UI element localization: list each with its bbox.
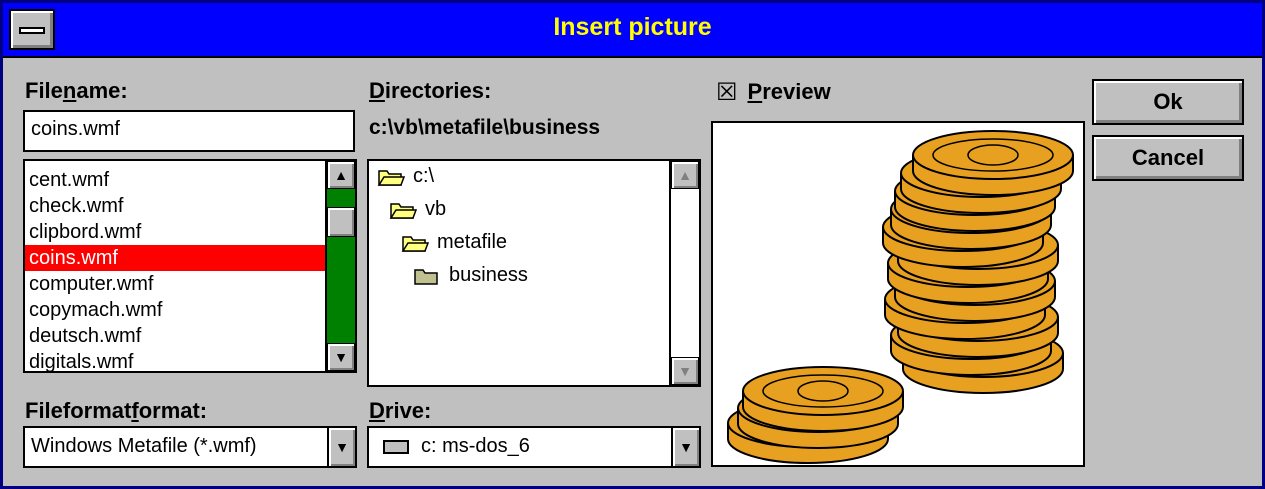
file-list-item[interactable]: clipbord.wmf — [29, 219, 141, 245]
file-list[interactable]: cent.wmf check.wmf clipbord.wmf coins.wmf co… — [23, 159, 357, 373]
file-list-item[interactable]: digitals.wmf — [29, 349, 133, 371]
preview-label: Preview — [747, 79, 831, 104]
dir-scroll-up-button[interactable]: ▲ — [671, 161, 699, 189]
directory-label: vb — [425, 198, 447, 220]
directory-item[interactable]: business — [413, 264, 528, 287]
directory-tree[interactable]: c:\ vb metafile business ▲ ▼ — [367, 159, 701, 387]
drive-label: Drive: — [369, 398, 432, 423]
ok-button[interactable]: Ok — [1092, 79, 1244, 125]
scroll-down-button[interactable]: ▼ — [327, 343, 355, 371]
directory-label: c:\ — [413, 165, 435, 187]
title-bar[interactable]: Insert picture — [3, 3, 1262, 58]
directories-label: Directories: — [369, 78, 492, 103]
file-list-item[interactable]: computer.wmf — [29, 271, 153, 297]
current-path: c:\vb\metafile\business — [369, 116, 601, 139]
fileformat-dropdown-button[interactable]: ▼ — [327, 428, 355, 466]
directory-label: metafile — [437, 231, 508, 253]
drive-select[interactable]: c: ms-dos_6 ▼ — [367, 426, 701, 468]
filename-input[interactable]: coins.wmf — [23, 110, 355, 152]
dropdown-arrow-icon: ▼ — [679, 439, 693, 455]
scroll-up-button[interactable]: ▲ — [327, 161, 355, 189]
fileformat-label: Fileformatformat: — [25, 398, 208, 423]
directory-scrollbar[interactable]: ▲ ▼ — [669, 161, 699, 385]
folder-icon — [414, 268, 438, 285]
drive-icon — [383, 440, 409, 454]
directory-item[interactable]: metafile — [401, 231, 507, 254]
up-arrow-icon: ▲ — [678, 167, 692, 183]
down-arrow-icon: ▼ — [334, 349, 348, 365]
up-arrow-icon: ▲ — [334, 167, 348, 183]
folder-icon — [401, 235, 429, 252]
file-list-scrollbar[interactable]: ▲ ▼ — [325, 161, 355, 371]
file-list-item[interactable]: cent.wmf — [29, 167, 109, 193]
directory-label: business — [449, 264, 528, 286]
file-list-item[interactable]: check.wmf — [29, 193, 123, 219]
checkbox-checked-icon: ☒ — [716, 78, 738, 106]
file-list-item[interactable]: coins.wmf — [25, 245, 327, 271]
coin-shape — [912, 130, 1074, 196]
preview-checkbox[interactable]: ☒ Preview — [716, 78, 831, 106]
fileformat-select[interactable]: Windows Metafile (*.wmf) ▼ — [23, 426, 357, 468]
directory-item[interactable]: vb — [389, 198, 446, 221]
drive-dropdown-button[interactable]: ▼ — [671, 428, 699, 466]
scroll-thumb[interactable] — [327, 207, 355, 237]
drive-value: c: ms-dos_6 — [421, 435, 530, 457]
dir-scroll-down-button[interactable]: ▼ — [671, 357, 699, 385]
down-arrow-icon: ▼ — [678, 363, 692, 379]
insert-picture-dialog: Insert picture Filename: coins.wmf cent.… — [0, 0, 1265, 489]
file-list-item[interactable]: copymach.wmf — [29, 297, 162, 323]
file-list-item[interactable]: deutsch.wmf — [29, 323, 141, 349]
folder-icon — [377, 169, 405, 186]
coin-shape — [742, 366, 904, 432]
fileformat-value: Windows Metafile (*.wmf) — [31, 435, 257, 457]
dropdown-arrow-icon: ▼ — [335, 439, 349, 455]
dialog-title: Insert picture — [553, 13, 712, 41]
cancel-button[interactable]: Cancel — [1092, 135, 1244, 181]
coins-preview-image — [727, 130, 1074, 464]
directory-item[interactable]: c:\ — [377, 165, 434, 188]
folder-icon — [389, 202, 417, 219]
preview-area — [711, 121, 1085, 467]
filename-label: Filename: — [25, 78, 128, 103]
